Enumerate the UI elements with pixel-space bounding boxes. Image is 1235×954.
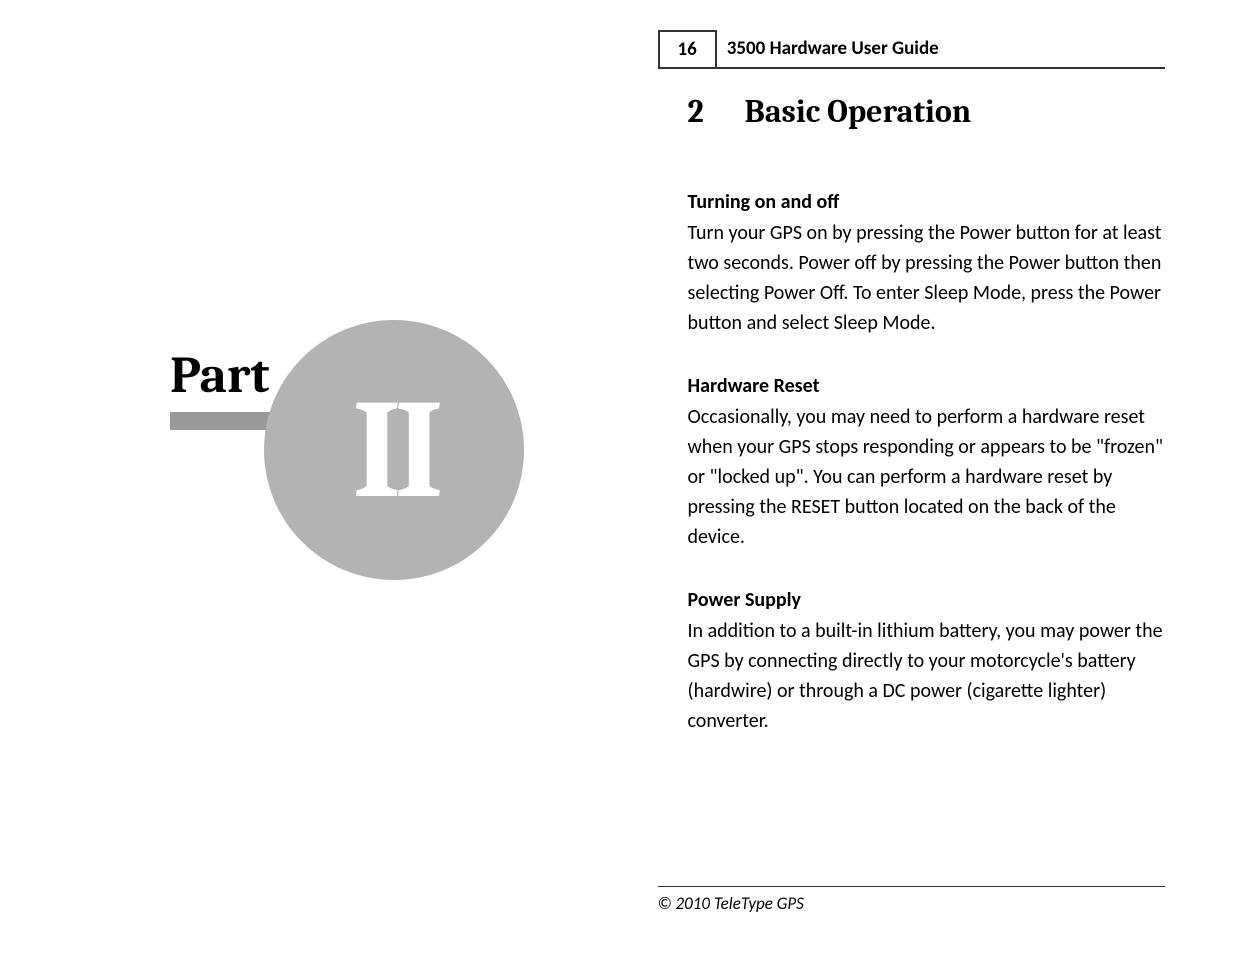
right-page: 16 3500 Hardware User Guide 2 Basic Oper… bbox=[618, 0, 1235, 954]
page-footer: © 2010 TeleType GPS bbox=[658, 886, 1166, 914]
page-header: 16 3500 Hardware User Guide bbox=[658, 30, 1166, 69]
content-body: Turning on and off Turn your GPS on by p… bbox=[658, 190, 1166, 736]
left-page: Part II bbox=[0, 0, 618, 954]
section-body: Occasionally, you may need to perform a … bbox=[688, 402, 1166, 552]
chapter-number: 2 bbox=[688, 93, 738, 130]
part-label: Part bbox=[170, 345, 269, 405]
section: Power Supply In addition to a built-in l… bbox=[688, 588, 1166, 736]
copyright-text: © 2010 TeleType GPS bbox=[658, 893, 804, 914]
section: Hardware Reset Occasionally, you may nee… bbox=[688, 374, 1166, 552]
document-title: 3500 Hardware User Guide bbox=[717, 30, 949, 67]
chapter-heading: 2 Basic Operation bbox=[688, 93, 1166, 130]
part-bar-decor bbox=[170, 412, 280, 430]
section-title: Turning on and off bbox=[688, 190, 1166, 214]
page-number: 16 bbox=[658, 30, 717, 67]
section-title: Power Supply bbox=[688, 588, 1166, 612]
section-body: In addition to a built-in lithium batter… bbox=[688, 616, 1166, 736]
section-title: Hardware Reset bbox=[688, 374, 1166, 398]
section: Turning on and off Turn your GPS on by p… bbox=[688, 190, 1166, 338]
part-roman-numeral: II bbox=[352, 370, 436, 531]
chapter-title: Basic Operation bbox=[745, 93, 972, 130]
part-circle: II bbox=[264, 320, 524, 580]
section-body: Turn your GPS on by pressing the Power b… bbox=[688, 218, 1166, 338]
